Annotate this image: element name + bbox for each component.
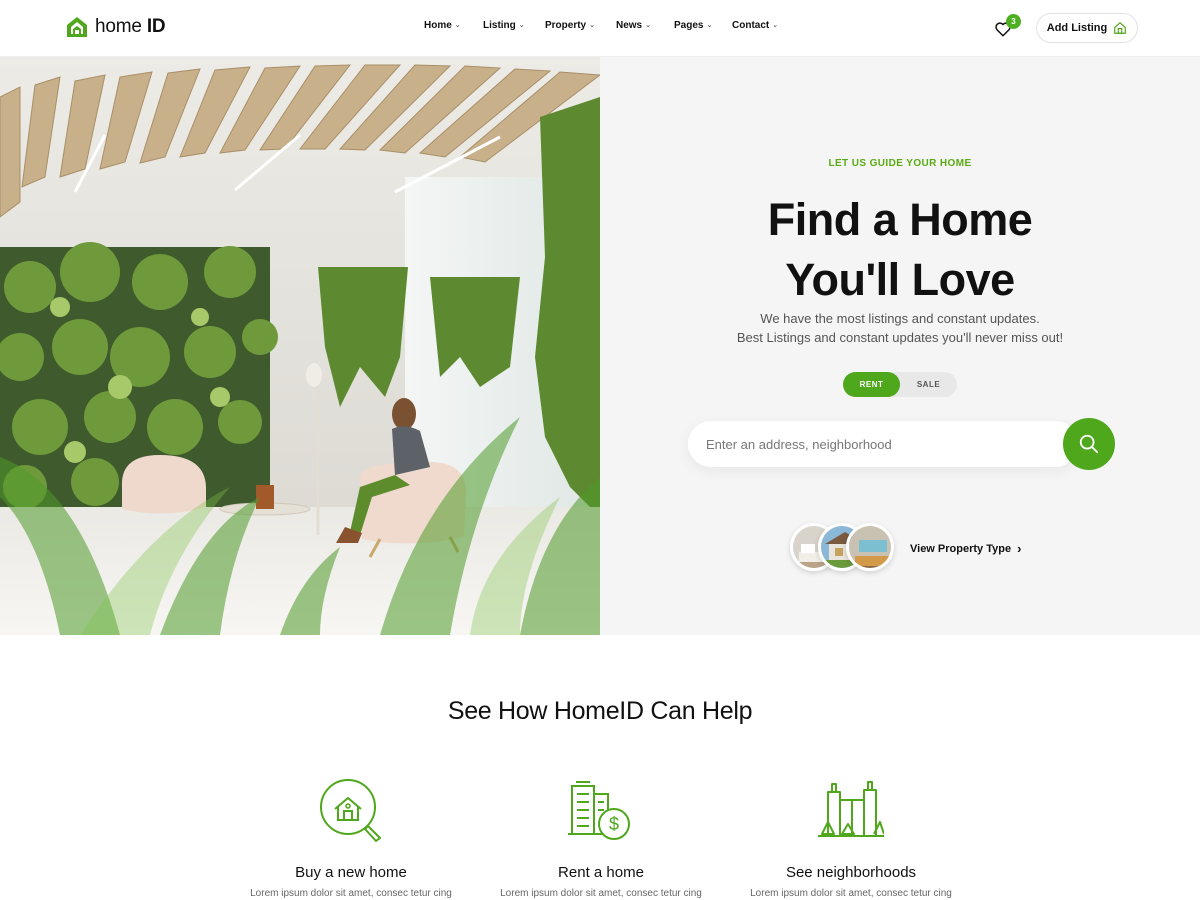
nav-pages[interactable]: Pages ⌄ — [674, 20, 732, 31]
view-property-type-link[interactable]: View Property Type › — [910, 541, 1021, 556]
section-title: See How HomeID Can Help — [447, 697, 753, 725]
chevron-down-icon: ⌄ — [706, 21, 713, 29]
house-search-icon — [320, 779, 381, 842]
hero-title-line1: Find a Home — [767, 194, 1033, 245]
hero-content: LET US GUIDE YOUR HOME Find a Home You'l… — [600, 57, 1200, 635]
nav-contact[interactable]: Contact ⌄ — [732, 20, 792, 31]
feature-desc: Lorem ipsum dolor sit amet, consec tetur… — [250, 888, 452, 899]
chevron-down-icon: ⌄ — [454, 21, 461, 29]
rent-sale-toggle: RENT SALE — [843, 372, 957, 397]
nav-listing[interactable]: Listing ⌄ — [483, 20, 545, 31]
main-nav: Home ⌄ Listing ⌄ Property ⌄ News ⌄ Pages ⌄ Co… — [424, 20, 792, 31]
hero-image — [0, 57, 600, 635]
search-input[interactable] — [688, 421, 1028, 467]
chevron-down-icon: ⌄ — [589, 21, 595, 29]
nav-news-label: News — [616, 20, 643, 31]
city-trees-icon — [818, 781, 884, 837]
sale-tab[interactable]: SALE — [900, 372, 957, 397]
add-listing-label: Add Listing — [1046, 22, 1108, 34]
add-listing-button[interactable]: Add Listing — [1036, 13, 1138, 43]
site-header: home ID Home ⌄ Listing ⌄ Property ⌄ News ⌄ P… — [0, 0, 1200, 57]
nav-contact-label: Contact — [732, 20, 770, 31]
hero-eyebrow: LET US GUIDE YOUR HOME — [828, 158, 972, 169]
nav-news[interactable]: News ⌄ — [616, 20, 674, 31]
rent-tab[interactable]: RENT — [843, 372, 900, 397]
nav-property-label: Property — [545, 20, 587, 31]
logo-text: home ID — [95, 16, 166, 37]
chevron-right-icon: › — [1017, 541, 1022, 556]
property-type-thumbnails[interactable] — [790, 523, 900, 571]
feature-title: See neighborhoods — [785, 864, 917, 881]
hero-subtitle-line2: Best Listings and constant updates you'l… — [736, 330, 1064, 345]
nav-pages-label: Pages — [674, 20, 704, 31]
house-logo-icon — [67, 17, 87, 37]
feature-buy[interactable]: Buy a new home Lorem ipsum dolor sit ame… — [241, 778, 461, 899]
svg-text:$: $ — [609, 814, 619, 834]
hero-subtitle-line1: We have the most listings and constant u… — [760, 311, 1040, 326]
chevron-down-icon: ⌄ — [518, 21, 525, 29]
nav-home-label: Home — [424, 20, 452, 31]
hero-subtitle: We have the most listings and constant u… — [600, 309, 1200, 347]
search-bar — [688, 421, 1078, 467]
feature-neighborhoods[interactable]: See neighborhoods Lorem ipsum dolor sit … — [741, 778, 961, 899]
feature-title: Buy a new home — [295, 864, 407, 881]
nav-home[interactable]: Home ⌄ — [424, 20, 483, 31]
view-property-type-label: View Property Type — [910, 542, 1012, 555]
logo[interactable]: home ID — [65, 15, 166, 39]
chevron-down-icon: ⌄ — [645, 21, 651, 29]
nav-listing-label: Listing — [483, 20, 516, 31]
search-button[interactable] — [1063, 418, 1115, 470]
chevron-down-icon: ⌄ — [772, 21, 779, 29]
search-icon — [1079, 434, 1099, 454]
hero-title: Find a Home You'll Love — [600, 190, 1200, 310]
living-room-thumbnail — [846, 523, 894, 571]
feature-desc: Lorem ipsum dolor sit amet, consec tetur… — [500, 888, 702, 899]
buildings-dollar-icon: $ — [568, 781, 630, 840]
home-icon — [1114, 21, 1127, 34]
feature-rent[interactable]: $ Rent a home Lorem ipsum dolor sit amet… — [491, 778, 711, 899]
nav-property[interactable]: Property ⌄ — [545, 20, 616, 31]
feature-desc: Lorem ipsum dolor sit amet, consec tetur… — [750, 888, 952, 899]
feature-title: Rent a home — [558, 864, 644, 881]
wishlist-count-badge: 3 — [1006, 14, 1021, 29]
hero-title-line2: You'll Love — [785, 254, 1015, 305]
